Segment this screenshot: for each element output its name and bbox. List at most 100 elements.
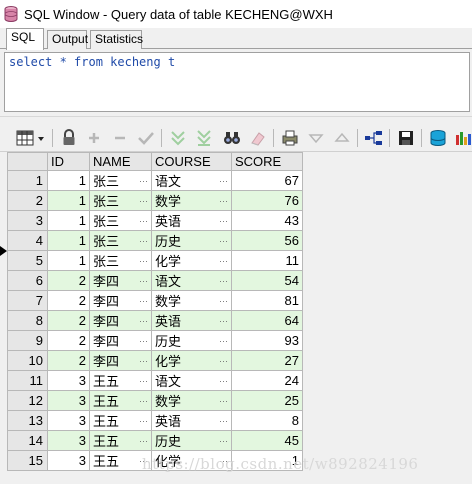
row-number[interactable]: 3 [7, 210, 48, 231]
cell-name[interactable]: 张三 ··· [89, 190, 152, 211]
table-row[interactable]: 6 2 李四 ··· 语文 ··· 54 [7, 270, 303, 291]
table-row[interactable]: 5 1 张三 ··· 化学 ··· 11 [7, 250, 303, 271]
query-by-example-icon[interactable] [222, 128, 242, 148]
row-number[interactable]: 10 [7, 350, 48, 371]
table-row[interactable]: 10 2 李四 ··· 化学 ··· 27 [7, 350, 303, 371]
cell-course[interactable]: 语文 ··· [151, 370, 232, 391]
ellipsis-button[interactable]: ··· [137, 296, 148, 306]
chart-icon[interactable] [453, 128, 472, 148]
cell-id[interactable]: 3 [47, 430, 90, 451]
cell-course[interactable]: 英语 ··· [151, 410, 232, 431]
cell-score[interactable]: 11 [231, 250, 303, 271]
row-number[interactable]: 15 [7, 450, 48, 471]
cell-score[interactable]: 81 [231, 290, 303, 311]
cell-score[interactable]: 25 [231, 390, 303, 411]
ellipsis-button[interactable]: ··· [217, 336, 228, 346]
table-row[interactable]: 3 1 张三 ··· 英语 ··· 43 [7, 210, 303, 231]
cell-name[interactable]: 王五 ··· [89, 410, 152, 431]
cell-id[interactable]: 1 [47, 170, 90, 191]
cell-name[interactable]: 李四 ··· [89, 270, 152, 291]
column-header-name[interactable]: NAME [89, 152, 152, 171]
row-number[interactable]: 7 [7, 290, 48, 311]
cell-course[interactable]: 数学 ··· [151, 190, 232, 211]
cell-score[interactable]: 8 [231, 410, 303, 431]
cell-score[interactable]: 67 [231, 170, 303, 191]
table-row[interactable]: 8 2 李四 ··· 英语 ··· 64 [7, 310, 303, 331]
table-row[interactable]: 9 2 李四 ··· 历史 ··· 93 [7, 330, 303, 351]
cell-id[interactable]: 1 [47, 250, 90, 271]
cell-score[interactable]: 56 [231, 230, 303, 251]
grid-options-icon[interactable] [15, 128, 47, 148]
table-row[interactable]: 2 1 张三 ··· 数学 ··· 76 [7, 190, 303, 211]
ellipsis-button[interactable]: ··· [137, 336, 148, 346]
ellipsis-button[interactable]: ··· [217, 356, 228, 366]
cell-name[interactable]: 王五 ··· [89, 390, 152, 411]
grid-corner[interactable] [7, 152, 48, 171]
row-number[interactable]: 13 [7, 410, 48, 431]
cell-name[interactable]: 张三 ··· [89, 250, 152, 271]
sql-editor[interactable]: select * from kecheng t [4, 52, 470, 112]
cell-name[interactable]: 张三 ··· [89, 210, 152, 231]
table-row[interactable]: 7 2 李四 ··· 数学 ··· 81 [7, 290, 303, 311]
fetch-next-icon[interactable] [168, 128, 188, 148]
table-row[interactable]: 14 3 王五 ··· 历史 ··· 45 [7, 430, 303, 451]
cell-name[interactable]: 张三 ··· [89, 230, 152, 251]
cell-score[interactable]: 24 [231, 370, 303, 391]
fetch-last-icon[interactable] [194, 128, 214, 148]
filter-icon[interactable] [306, 128, 326, 148]
result-grid[interactable]: ID NAME COURSE SCORE 1 1 张三 ··· 语文 ··· 67 2 1 张三 ·… [7, 152, 303, 471]
cell-name[interactable]: 李四 ··· [89, 310, 152, 331]
save-icon[interactable] [396, 128, 416, 148]
ellipsis-button[interactable]: ··· [217, 196, 228, 206]
delete-record-icon[interactable] [110, 128, 130, 148]
ellipsis-button[interactable]: ··· [137, 276, 148, 286]
row-number[interactable]: 6 [7, 270, 48, 291]
ellipsis-button[interactable]: ··· [217, 236, 228, 246]
cell-score[interactable]: 76 [231, 190, 303, 211]
ellipsis-button[interactable]: ··· [217, 376, 228, 386]
column-header-id[interactable]: ID [47, 152, 90, 171]
table-row[interactable]: 4 1 张三 ··· 历史 ··· 56 [7, 230, 303, 251]
cell-name[interactable]: 李四 ··· [89, 330, 152, 351]
row-number[interactable]: 4 [7, 230, 48, 251]
lock-icon[interactable] [59, 128, 79, 148]
cell-id[interactable]: 1 [47, 230, 90, 251]
ellipsis-button[interactable]: ··· [137, 236, 148, 246]
cell-id[interactable]: 3 [47, 450, 90, 471]
cell-id[interactable]: 2 [47, 330, 90, 351]
post-changes-icon[interactable] [136, 128, 156, 148]
row-number[interactable]: 11 [7, 370, 48, 391]
cell-name[interactable]: 李四 ··· [89, 290, 152, 311]
cell-course[interactable]: 英语 ··· [151, 210, 232, 231]
cell-id[interactable]: 1 [47, 190, 90, 211]
cell-course[interactable]: 历史 ··· [151, 330, 232, 351]
ellipsis-button[interactable]: ··· [137, 356, 148, 366]
ellipsis-button[interactable]: ··· [137, 196, 148, 206]
ellipsis-button[interactable]: ··· [217, 276, 228, 286]
ellipsis-button[interactable]: ··· [137, 256, 148, 266]
cell-id[interactable]: 3 [47, 390, 90, 411]
cell-course[interactable]: 语文 ··· [151, 270, 232, 291]
column-header-score[interactable]: SCORE [231, 152, 303, 171]
cell-id[interactable]: 2 [47, 270, 90, 291]
tab-statistics[interactable]: Statistics [90, 30, 143, 49]
ellipsis-button[interactable]: ··· [137, 376, 148, 386]
row-number[interactable]: 14 [7, 430, 48, 451]
table-row[interactable]: 1 1 张三 ··· 语文 ··· 67 [7, 170, 303, 191]
cell-name[interactable]: 王五 ··· [89, 430, 152, 451]
ellipsis-button[interactable]: ··· [137, 396, 148, 406]
row-number[interactable]: 1 [7, 170, 48, 191]
cell-name[interactable]: 王五 ··· [89, 370, 152, 391]
row-number[interactable]: 5 [7, 250, 48, 271]
cell-id[interactable]: 2 [47, 350, 90, 371]
tab-sql[interactable]: SQL [6, 28, 44, 50]
cell-score[interactable]: 54 [231, 270, 303, 291]
cell-score[interactable]: 45 [231, 430, 303, 451]
cell-id[interactable]: 2 [47, 290, 90, 311]
table-row[interactable]: 11 3 王五 ··· 语文 ··· 24 [7, 370, 303, 391]
ellipsis-button[interactable]: ··· [217, 436, 228, 446]
ellipsis-button[interactable]: ··· [217, 296, 228, 306]
add-record-icon[interactable] [84, 128, 104, 148]
ellipsis-button[interactable]: ··· [137, 436, 148, 446]
ellipsis-button[interactable]: ··· [217, 416, 228, 426]
